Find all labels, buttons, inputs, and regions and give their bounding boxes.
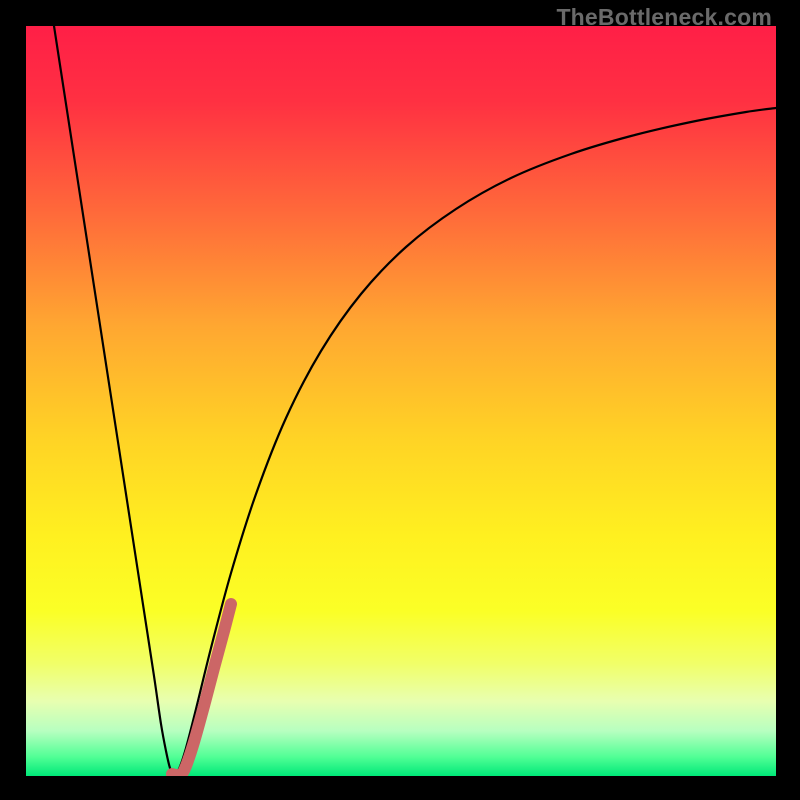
chart-plot-area (26, 26, 776, 776)
watermark-text: TheBottleneck.com (556, 4, 772, 31)
chart-background-gradient (26, 26, 776, 776)
chart-svg (26, 26, 776, 776)
